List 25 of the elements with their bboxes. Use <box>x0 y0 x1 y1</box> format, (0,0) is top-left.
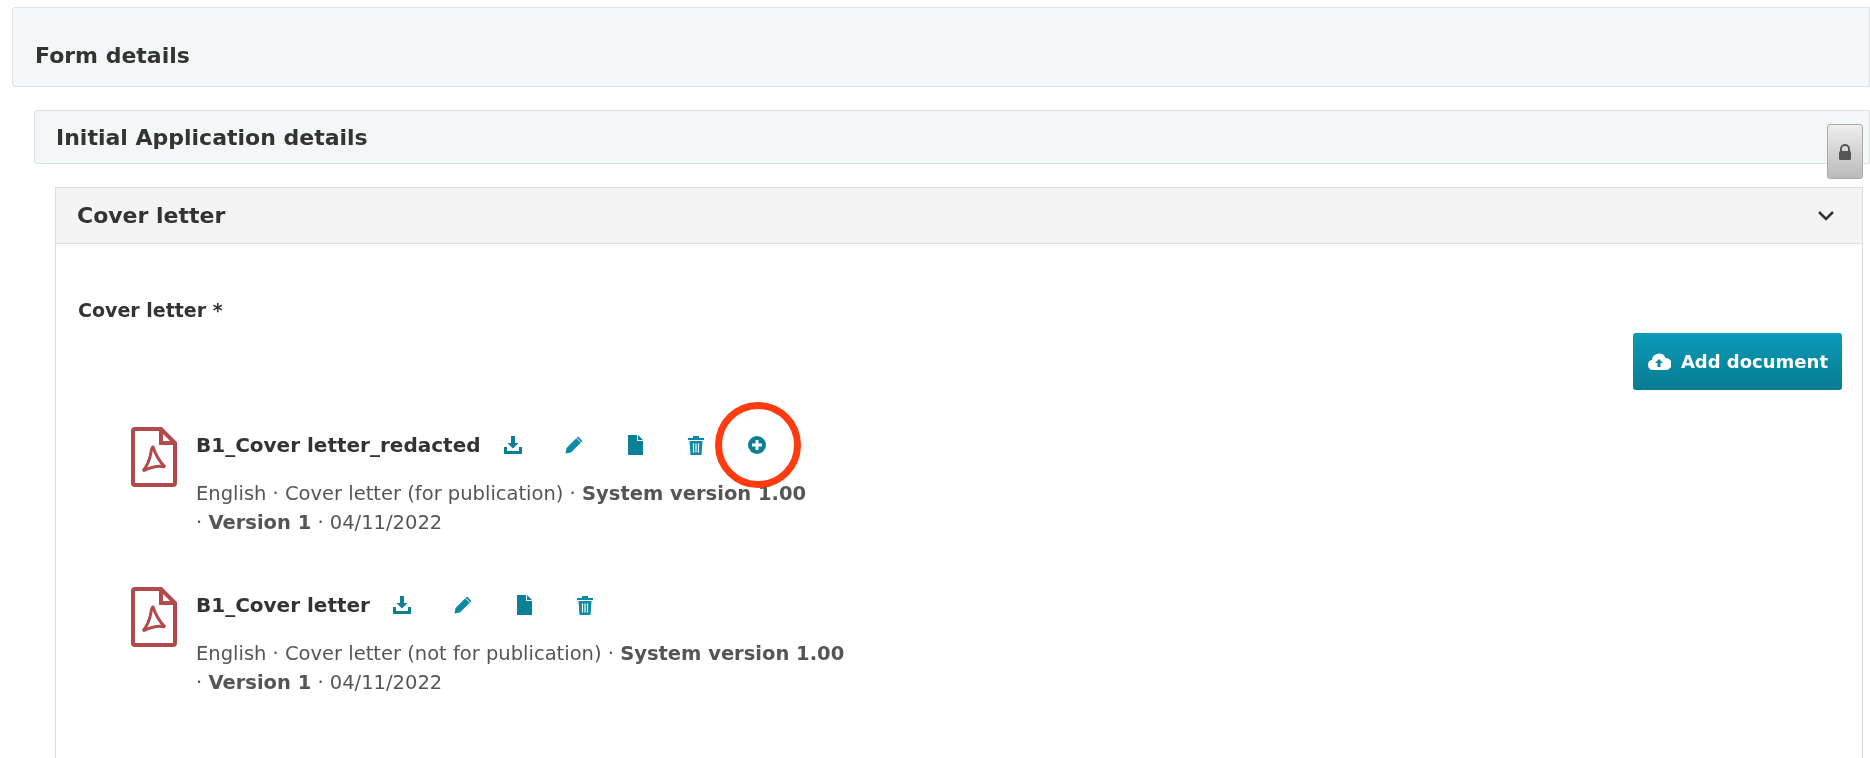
panel-title: Initial Application details <box>56 123 368 152</box>
download-icon[interactable] <box>502 434 523 455</box>
pencil-icon[interactable] <box>563 434 584 455</box>
pdf-file-icon <box>131 586 177 647</box>
plus-circle-icon[interactable] <box>746 434 767 455</box>
add-document-button[interactable]: Add document <box>1632 332 1842 390</box>
field-label: Cover letter * <box>78 298 224 323</box>
document-details: English · Cover letter (not for publication) · System version 1.00 · Version 1 · 04/11/2022 <box>196 640 845 696</box>
cloud-upload-icon <box>1646 352 1671 370</box>
application-panel[interactable]: Initial Application details <box>34 110 1870 164</box>
lock-button[interactable] <box>1827 124 1863 179</box>
download-icon[interactable] <box>392 594 412 615</box>
document-details: English · Cover letter (for publication) · System version 1.00 · Version 1 · 04/11/2022 <box>196 480 808 536</box>
file-icon[interactable] <box>626 434 643 455</box>
section-header[interactable]: Cover letter <box>56 188 1862 244</box>
trash-icon[interactable] <box>686 434 705 455</box>
document-name[interactable]: B1_Cover letter <box>196 589 370 620</box>
pdf-file-icon <box>131 426 177 487</box>
pencil-icon[interactable] <box>453 594 473 615</box>
file-icon[interactable] <box>516 594 532 615</box>
trash-icon[interactable] <box>576 594 594 615</box>
section-title: Cover letter <box>77 202 226 230</box>
lock-icon <box>1838 143 1852 160</box>
document-name[interactable]: B1_Cover letter_redacted <box>196 429 481 460</box>
panel-title: Form details <box>35 42 190 70</box>
